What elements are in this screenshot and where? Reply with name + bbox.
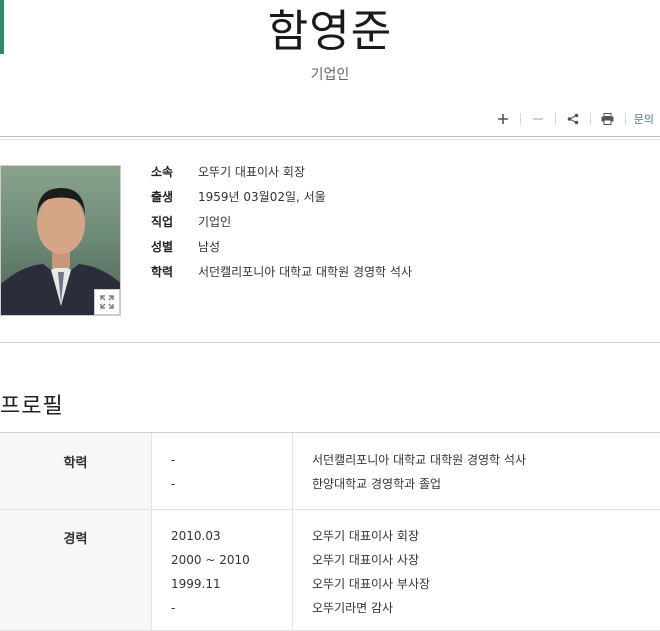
- info-label: 출생: [151, 190, 174, 204]
- entry-content: 한양대학교 경영학과 졸업: [312, 477, 442, 491]
- info-value: 서던캘리포니아 대학교 대학원 경영학 석사: [198, 265, 412, 279]
- entry-date: -: [171, 453, 176, 467]
- print-button[interactable]: [591, 110, 625, 128]
- zoom-in-button[interactable]: [486, 110, 520, 128]
- info-label: 소속: [151, 165, 174, 179]
- share-button[interactable]: [556, 110, 590, 128]
- page-subtitle: 기업인: [310, 67, 350, 83]
- info-row-gender: 성별 남성: [151, 239, 412, 264]
- content-column: 서던캘리포니아 대학교 대학원 경영학 석사 한양대학교 경영학과 졸업: [293, 433, 660, 509]
- date-column: 2010.03 2000 ~ 2010 1999.11 -: [152, 510, 293, 630]
- expand-photo-button[interactable]: [94, 289, 120, 315]
- info-value: 남성: [198, 240, 221, 254]
- entry-date: 2010.03: [171, 529, 221, 543]
- date-column: - -: [152, 433, 293, 509]
- zoom-out-button[interactable]: [521, 110, 555, 128]
- inquiry-link[interactable]: 문의: [626, 111, 654, 127]
- entry-content: 오뚜기 대표이사 부사장: [312, 577, 431, 591]
- profile-section-title: 프로필: [0, 394, 64, 419]
- info-label: 성별: [151, 240, 174, 254]
- info-value: 오뚜기 대표이사 회장: [198, 165, 305, 179]
- entry-date: 1999.11: [171, 577, 221, 591]
- page-title: 함영준: [267, 6, 393, 57]
- row-header: 학력: [0, 433, 152, 509]
- print-icon: [601, 113, 614, 125]
- fullscreen-icon: [100, 295, 114, 309]
- entry-content: 서던캘리포니아 대학교 대학원 경영학 석사: [312, 453, 526, 467]
- table-row-career: 경력 2010.03 2000 ~ 2010 1999.11 - 오뚜기 대표이…: [0, 510, 660, 631]
- minus-icon: [532, 118, 543, 120]
- profile-table: 학력 - - 서던캘리포니아 대학교 대학원 경영학 석사 한양대학교 경영학과…: [0, 432, 660, 631]
- section-divider: [0, 342, 660, 343]
- entry-content: 오뚜기라면 감사: [312, 601, 394, 615]
- entry-date: -: [171, 477, 176, 491]
- info-value: 기업인: [198, 215, 232, 229]
- share-icon: [567, 113, 579, 125]
- toolbar: 문의: [486, 110, 654, 128]
- table-row-education: 학력 - - 서던캘리포니아 대학교 대학원 경영학 석사 한양대학교 경영학과…: [0, 433, 660, 510]
- content-column: 오뚜기 대표이사 회장 오뚜기 대표이사 사장 오뚜기 대표이사 부사장 오뚜기…: [293, 510, 660, 630]
- plus-icon: [497, 114, 508, 124]
- entry-date: -: [171, 601, 176, 615]
- entry-content: 오뚜기 대표이사 회장: [312, 529, 419, 543]
- info-row-education: 학력 서던캘리포니아 대학교 대학원 경영학 석사: [151, 264, 412, 289]
- entry-date: 2000 ~ 2010: [171, 553, 250, 567]
- info-row-affiliation: 소속 오뚜기 대표이사 회장: [151, 164, 412, 189]
- row-header: 경력: [0, 510, 152, 630]
- info-label: 직업: [151, 215, 174, 229]
- entry-content: 오뚜기 대표이사 사장: [312, 553, 419, 567]
- info-row-occupation: 직업 기업인: [151, 214, 412, 239]
- basic-info: 소속 오뚜기 대표이사 회장 출생 1959년 03월02일, 서울 직업 기업…: [151, 164, 412, 289]
- info-row-birth: 출생 1959년 03월02일, 서울: [151, 189, 412, 214]
- profile-photo: [0, 165, 121, 316]
- info-value: 1959년 03월02일, 서울: [198, 190, 326, 204]
- header-divider: [0, 136, 660, 140]
- info-label: 학력: [151, 265, 174, 279]
